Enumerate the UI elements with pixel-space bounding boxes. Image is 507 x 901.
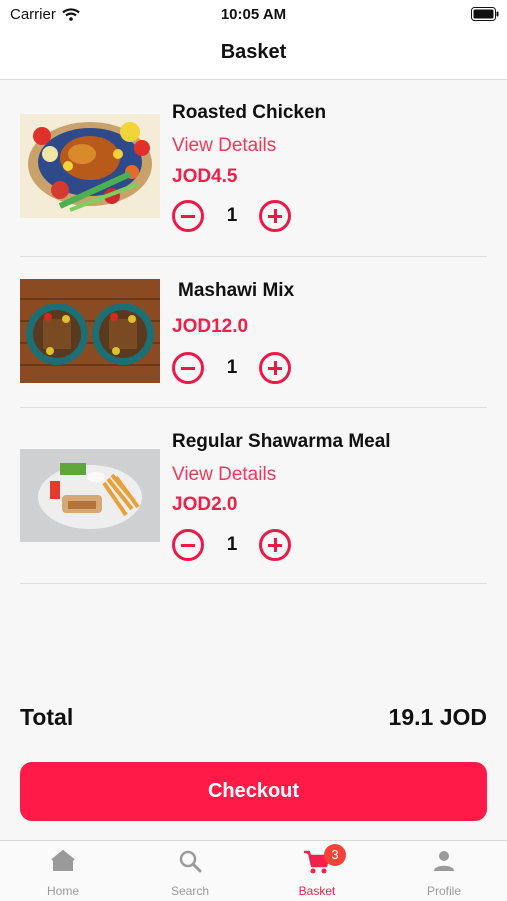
view-details-link[interactable]: View Details (172, 464, 276, 486)
view-details-link[interactable]: View Details (172, 135, 276, 157)
quantity-value: 1 (226, 357, 238, 378)
person-icon (434, 851, 454, 871)
tab-profile[interactable]: Profile (381, 841, 507, 901)
tab-search[interactable]: Search (127, 841, 253, 901)
quantity-value: 1 (226, 205, 238, 226)
home-icon (51, 849, 75, 871)
tab-search-label: Search (170, 884, 210, 898)
quantity-value: 1 (226, 534, 238, 555)
basket-item: Mashawi Mix JOD12.0 1 (20, 256, 487, 408)
total-label: Total (20, 704, 74, 730)
page-title: Basket (220, 41, 287, 63)
item-name: Regular Shawarma Meal (172, 431, 391, 452)
total-value: 19.1 JOD (388, 704, 487, 730)
item-price: JOD4.5 (172, 166, 238, 187)
checkout-button[interactable]: Checkout (20, 762, 487, 821)
tab-basket[interactable]: 3 Basket (254, 841, 380, 901)
decrease-quantity-button[interactable] (172, 352, 204, 384)
tab-profile-label: Profile (426, 884, 461, 898)
item-price: JOD12.0 (172, 316, 249, 337)
quantity-stepper: 1 (172, 529, 302, 565)
mashawi-mix-image[interactable] (20, 279, 160, 383)
quantity-stepper: 1 (172, 200, 302, 236)
item-name: Mashawi Mix (178, 280, 295, 301)
navigation-bar: Basket (0, 30, 507, 80)
increase-quantity-button[interactable] (259, 200, 291, 232)
item-price: JOD2.0 (172, 494, 238, 515)
search-icon (179, 850, 202, 873)
decrease-quantity-button[interactable] (172, 529, 204, 561)
decrease-quantity-button[interactable] (172, 200, 204, 232)
tab-home[interactable]: Home (0, 841, 126, 901)
basket-item: Regular Shawarma Meal View Details JOD2.… (20, 407, 487, 584)
basket-item: Roasted Chicken View Details JOD4.5 1 (20, 100, 487, 257)
status-time: 10:05 AM (220, 6, 287, 23)
increase-quantity-button[interactable] (259, 352, 291, 384)
item-name: Roasted Chicken (172, 102, 327, 123)
shawarma-meal-image[interactable] (20, 449, 160, 542)
quantity-stepper: 1 (172, 352, 302, 388)
increase-quantity-button[interactable] (259, 529, 291, 561)
status-bar: Carrier 10:05 AM (0, 0, 507, 30)
tab-home-label: Home (46, 884, 79, 898)
tab-bar: Home Search 3 Basket Profile (0, 840, 507, 901)
roasted-chicken-image[interactable] (20, 114, 160, 218)
battery-icon (471, 7, 499, 25)
cart-badge: 3 (324, 844, 346, 866)
tab-basket-label: Basket (298, 884, 336, 898)
